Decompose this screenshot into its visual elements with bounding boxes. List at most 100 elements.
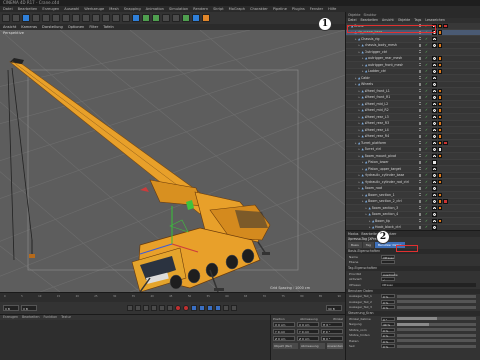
visibility-dots-icon[interactable] xyxy=(419,180,423,184)
coordinate-field[interactable]: Y 0 cm xyxy=(273,329,295,334)
material-menu-item-0[interactable]: Erzeugen xyxy=(3,315,18,320)
object-name[interactable]: Wheel_mid_L2 xyxy=(365,102,389,106)
enabled-check-icon[interactable]: ✓ xyxy=(425,89,428,93)
visibility-dots-icon[interactable] xyxy=(419,154,423,158)
goto-start-icon[interactable] xyxy=(126,305,133,311)
tag-chess-icon[interactable] xyxy=(432,114,437,119)
visibility-dots-icon[interactable] xyxy=(419,212,423,216)
x-axis-icon[interactable] xyxy=(62,14,70,22)
visibility-dots-icon[interactable] xyxy=(419,167,423,171)
coordinate-field[interactable]: X 0 cm xyxy=(297,322,319,327)
visibility-dots-icon[interactable] xyxy=(419,82,423,86)
visibility-dots-icon[interactable] xyxy=(419,50,423,54)
object-name[interactable]: Cabin xyxy=(361,76,370,80)
tag-orange-icon[interactable] xyxy=(437,121,442,126)
object-name[interactable]: Hook_block_ctrl xyxy=(375,225,401,229)
tag-chess-icon[interactable] xyxy=(432,173,437,178)
attribute-value-field[interactable]: Ausdrücke xyxy=(381,271,398,277)
object-name[interactable]: outrigger_front_mesh xyxy=(368,63,403,67)
attribute-value-field[interactable]: 0 % xyxy=(381,338,395,344)
visibility-dots-icon[interactable] xyxy=(419,102,423,106)
tag-orange-icon[interactable] xyxy=(437,173,442,178)
tag-chess-icon[interactable] xyxy=(432,43,437,48)
tag-orange-icon[interactable] xyxy=(437,114,442,119)
coordinate-field[interactable]: Y 0 cm xyxy=(297,329,319,334)
z-axis-icon[interactable] xyxy=(82,14,90,22)
visibility-dots-icon[interactable] xyxy=(419,63,423,67)
tag-chess-icon[interactable] xyxy=(432,95,437,100)
enabled-check-icon[interactable]: ✓ xyxy=(425,180,428,184)
cube-icon[interactable] xyxy=(132,14,140,22)
rotation-key-icon[interactable] xyxy=(214,305,221,311)
select-tool-icon[interactable] xyxy=(22,14,30,22)
tag-orange-icon[interactable] xyxy=(437,153,442,158)
enabled-check-icon[interactable]: ✓ xyxy=(425,193,428,197)
attribute-slider[interactable] xyxy=(397,300,476,304)
rotate-tool-icon[interactable] xyxy=(52,14,60,22)
tag-orange-icon[interactable] xyxy=(437,218,442,223)
tag-white-icon[interactable] xyxy=(437,147,442,152)
tag-chess-icon[interactable] xyxy=(432,75,437,80)
attribute-tab-1[interactable]: Tag xyxy=(362,242,374,248)
visibility-dots-icon[interactable] xyxy=(419,43,423,47)
material-menu-item-3[interactable]: Textur xyxy=(61,315,71,320)
array-icon[interactable] xyxy=(162,14,170,22)
enabled-check-icon[interactable]: ✓ xyxy=(425,43,428,47)
visibility-dots-icon[interactable] xyxy=(419,108,423,112)
tag-chess-icon[interactable] xyxy=(432,56,437,61)
visibility-dots-icon[interactable] xyxy=(419,37,423,41)
scale-key-icon[interactable] xyxy=(206,305,213,311)
tag-chess-icon[interactable] xyxy=(432,127,437,132)
attribute-value-field[interactable]: 0 % xyxy=(381,327,395,333)
enabled-check-icon[interactable]: ✓ xyxy=(425,212,428,216)
coordinate-field[interactable]: Z 0 cm xyxy=(273,336,295,341)
attribute-value-field[interactable]: 0 ° xyxy=(381,316,395,322)
tag-chess-icon[interactable] xyxy=(432,108,437,113)
coordinate-field[interactable]: H 0 ° xyxy=(321,322,343,327)
attribute-slider[interactable] xyxy=(397,305,476,309)
tag-chess-icon[interactable] xyxy=(432,153,437,158)
visibility-dots-icon[interactable] xyxy=(419,147,423,151)
tag-chess-icon[interactable] xyxy=(432,166,437,171)
y-axis-icon[interactable] xyxy=(72,14,80,22)
tag-orange-icon[interactable] xyxy=(437,95,442,100)
keyframe-selection-icon[interactable] xyxy=(190,305,197,311)
end-frame-field[interactable]: 90 B xyxy=(326,305,342,311)
apply-button[interactable]: Anwenden xyxy=(327,343,343,349)
tag-chess-icon[interactable] xyxy=(432,199,437,204)
object-name[interactable]: Boom_section_2_ctrl xyxy=(368,199,402,203)
object-name[interactable]: Piston_lower xyxy=(368,160,389,164)
object-name[interactable]: Hydraulic_cylinder_base xyxy=(365,173,405,177)
object-name[interactable]: Wheel_rear_L3 xyxy=(365,115,389,119)
coordinate-mode-select[interactable]: Objekt (Rel) xyxy=(273,343,298,349)
object-name[interactable]: Ladder_ctrl xyxy=(368,69,386,73)
tag-red-icon[interactable] xyxy=(443,199,448,204)
tag-orange-icon[interactable] xyxy=(437,127,442,132)
tag-chess-icon[interactable] xyxy=(432,134,437,139)
visibility-dots-icon[interactable] xyxy=(419,141,423,145)
attribute-slider[interactable] xyxy=(397,339,476,343)
play-reverse-icon[interactable] xyxy=(142,305,149,311)
enabled-check-icon[interactable]: ✓ xyxy=(425,76,428,80)
tag-chess-icon[interactable] xyxy=(432,36,437,41)
undo-icon[interactable] xyxy=(2,14,10,22)
object-name[interactable]: Boom_section_3 xyxy=(372,206,399,210)
size-mode-select[interactable]: Abmessung xyxy=(300,343,325,349)
object-name[interactable]: Chassis_rig xyxy=(361,37,380,41)
object-name[interactable]: Boom_tip xyxy=(375,219,390,223)
viewport-scene[interactable] xyxy=(0,30,345,292)
render-view-icon[interactable] xyxy=(102,14,110,22)
object-name[interactable]: chassis_body_mesh xyxy=(365,43,398,47)
object-name[interactable]: Turret_ctrl xyxy=(365,147,382,151)
start-frame-field[interactable]: 0 B xyxy=(21,305,37,311)
enabled-check-icon[interactable]: ✓ xyxy=(425,115,428,119)
object-name[interactable]: Piston_upper_target xyxy=(368,167,401,171)
tag-chess-icon[interactable] xyxy=(432,192,437,197)
autokey-icon[interactable] xyxy=(182,305,189,311)
object-name[interactable]: Wheel_front_R1 xyxy=(365,95,391,99)
visibility-dots-icon[interactable] xyxy=(419,160,423,164)
tag-chess-icon[interactable] xyxy=(432,101,437,106)
visibility-dots-icon[interactable] xyxy=(419,128,423,132)
attribute-value-field[interactable]: XPresso xyxy=(381,254,395,260)
visibility-dots-icon[interactable] xyxy=(419,56,423,60)
